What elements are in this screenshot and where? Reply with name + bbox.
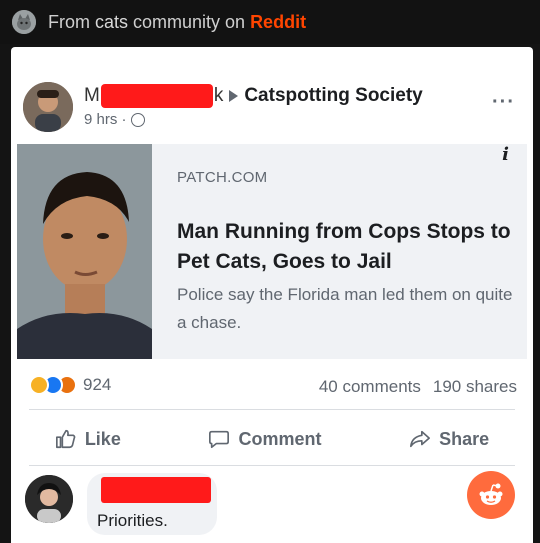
comments-shares: 40 comments 190 shares: [319, 377, 517, 397]
shares-count[interactable]: 190 shares: [433, 377, 517, 396]
post-actions: Like Comment Share: [11, 419, 533, 459]
like-label: Like: [84, 428, 121, 449]
arrow-right-icon: [229, 90, 239, 102]
share-source-text: From cats community on Reddit: [48, 12, 306, 33]
link-preview[interactable]: PATCH.COM Man Running from Cops Stops to…: [17, 144, 527, 359]
thumbs-up-icon: [55, 429, 76, 449]
haha-reaction-icon: [29, 375, 49, 395]
link-source: PATCH.COM: [177, 169, 268, 186]
link-thumbnail[interactable]: [17, 144, 152, 359]
comment-button[interactable]: Comment: [208, 428, 322, 450]
comment-label: Comment: [238, 428, 322, 449]
post-meta: 9 hrs ·: [84, 111, 145, 128]
community-avatar[interactable]: [12, 10, 36, 34]
reactions-summary[interactable]: 924: [29, 375, 111, 395]
info-icon[interactable]: i: [502, 144, 509, 165]
more-options-icon[interactable]: ···: [492, 91, 515, 114]
community-name[interactable]: cats: [95, 12, 128, 32]
poster-name-start[interactable]: M: [84, 85, 100, 107]
divider: [29, 409, 515, 410]
share-button[interactable]: Share: [409, 428, 489, 450]
prefix-text: From: [48, 11, 95, 32]
post-title-row: M k Catspotting Society: [84, 84, 423, 108]
comment-bubble[interactable]: Priorities.: [87, 473, 217, 535]
comments-count[interactable]: 40 comments: [319, 377, 421, 396]
share-label: Share: [439, 428, 490, 449]
commenter-name-redaction: [101, 477, 211, 503]
group-name-link[interactable]: Catspotting Society: [244, 85, 422, 107]
reaction-count: 924: [83, 375, 112, 394]
middle-text: community on: [128, 11, 251, 32]
post-header: M k Catspotting Society 9 hrs · ···: [11, 47, 533, 143]
comment-text: Priorities.: [97, 511, 168, 530]
comment-item: Priorities.: [11, 469, 533, 543]
reddit-snoo-button[interactable]: [467, 471, 515, 519]
engagement-stats: 924 40 comments 190 shares: [11, 369, 533, 403]
poster-name-end[interactable]: k: [214, 85, 224, 107]
commenter-avatar[interactable]: [25, 475, 73, 523]
post-time[interactable]: 9 hrs ·: [84, 111, 127, 128]
like-button[interactable]: Like: [55, 428, 121, 450]
globe-icon: [130, 112, 145, 127]
divider: [29, 465, 515, 466]
name-redaction: [100, 84, 213, 108]
reddit-snoo-icon: [479, 483, 503, 505]
share-icon: [410, 430, 431, 448]
reddit-share-header: From cats community on Reddit: [0, 0, 540, 44]
poster-avatar[interactable]: [23, 82, 73, 132]
link-description: Police say the Florida man led them on q…: [177, 285, 513, 332]
facebook-post-card: M k Catspotting Society 9 hrs · ··· PATC…: [11, 47, 533, 543]
link-title[interactable]: Man Running from Cops Stops to Pet Cats,…: [177, 217, 527, 277]
comment-icon: [209, 430, 230, 449]
reddit-brand[interactable]: Reddit: [250, 12, 306, 32]
